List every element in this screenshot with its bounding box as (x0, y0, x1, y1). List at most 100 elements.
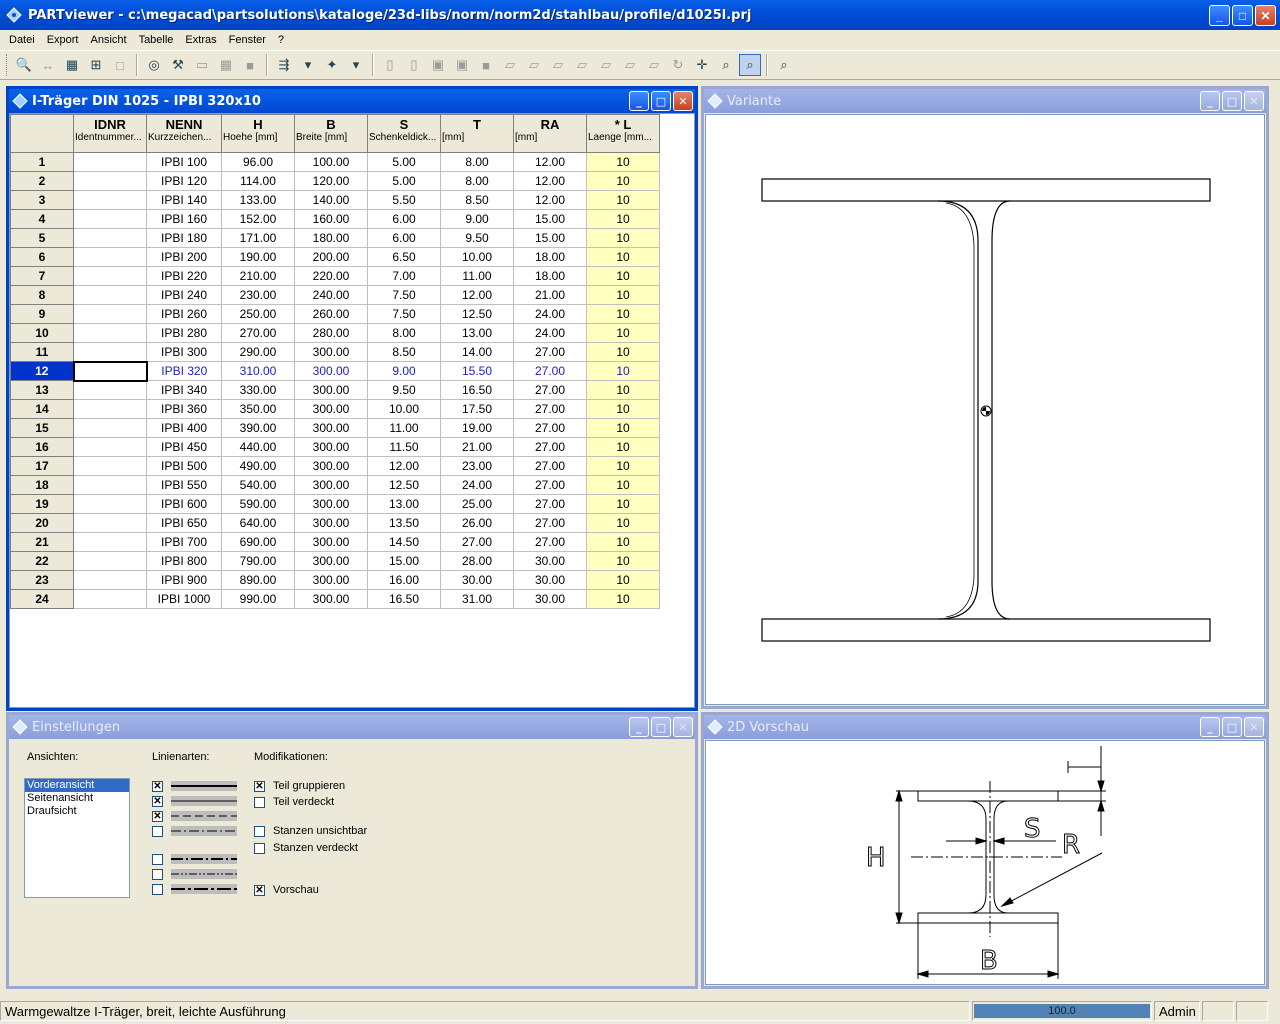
settings-maximize-button[interactable]: □ (651, 717, 671, 737)
table-cell[interactable]: 30.00 (513, 570, 587, 590)
table-cell[interactable]: 27.00 (513, 418, 587, 438)
row-number[interactable]: 3 (10, 190, 74, 210)
table-cell[interactable] (73, 152, 147, 172)
table-cell[interactable]: 10.00 (440, 247, 514, 267)
iso-view-5-icon[interactable]: ▱ (595, 54, 617, 76)
table-cell[interactable]: 300.00 (294, 475, 368, 495)
table-cell[interactable]: 300.00 (294, 494, 368, 514)
table-cell[interactable]: IPBI 700 (146, 532, 222, 552)
row-number[interactable]: 15 (10, 418, 74, 438)
table-cell[interactable]: IPBI 400 (146, 418, 222, 438)
teil-gruppieren-checkbox[interactable]: ✕ (254, 781, 265, 792)
row-number[interactable]: 20 (10, 513, 74, 533)
column-header[interactable]: RA [mm] (513, 114, 587, 153)
refresh-green-icon[interactable]: ◎ (143, 54, 165, 76)
iso-view-7-icon[interactable]: ▱ (643, 54, 665, 76)
table-row[interactable]: 20 IPBI 650 640.00 300.00 13.50 26.00 27.00 10 (10, 513, 660, 533)
table-cell[interactable]: 9.50 (367, 380, 441, 400)
table-cell[interactable]: 440.00 (221, 437, 295, 457)
table-cell[interactable]: 100.00 (294, 152, 368, 172)
iso-view-3-icon[interactable]: ▱ (547, 54, 569, 76)
table-cell[interactable]: 300.00 (294, 361, 368, 381)
table-cell[interactable]: 12.00 (367, 456, 441, 476)
row-number[interactable]: 13 (10, 380, 74, 400)
table-cell[interactable]: 640.00 (221, 513, 295, 533)
table-cell[interactable]: 300.00 (294, 418, 368, 438)
table-cell[interactable] (73, 513, 147, 533)
table-cell[interactable]: IPBI 120 (146, 171, 222, 191)
view-item-side[interactable]: Seitenansicht (25, 792, 129, 805)
table-cell[interactable]: 200.00 (294, 247, 368, 267)
linetype-checkbox-2[interactable]: ✕ (152, 796, 163, 807)
table-cell[interactable] (73, 228, 147, 248)
table-cell[interactable]: 24.00 (513, 304, 587, 324)
row-number[interactable]: 22 (10, 551, 74, 571)
table-cell[interactable]: IPBI 160 (146, 209, 222, 229)
export-cad-icon[interactable]: ⇶ (273, 54, 295, 76)
table-cell[interactable]: IPBI 550 (146, 475, 222, 495)
table-cell[interactable]: 16.50 (367, 589, 441, 609)
table-cell[interactable]: 10 (586, 247, 660, 267)
table-cell[interactable]: 590.00 (221, 494, 295, 514)
table-row[interactable]: 16 IPBI 450 440.00 300.00 11.50 21.00 27.00 10 (10, 437, 660, 457)
table-cell[interactable]: IPBI 260 (146, 304, 222, 324)
table-cell[interactable]: 10 (586, 456, 660, 476)
table-cell[interactable]: 10 (586, 532, 660, 552)
linetype-checkbox-4[interactable] (152, 826, 163, 837)
table-cell[interactable] (73, 380, 147, 400)
table-cell[interactable]: IPBI 900 (146, 570, 222, 590)
table-cell[interactable]: 152.00 (221, 209, 295, 229)
table-cell[interactable]: 280.00 (294, 323, 368, 343)
table-cell[interactable]: IPBI 180 (146, 228, 222, 248)
preview-minimize-button[interactable]: _ (1200, 717, 1220, 737)
table-cell[interactable]: 490.00 (221, 456, 295, 476)
row-number[interactable]: 14 (10, 399, 74, 419)
table-row[interactable]: 23 IPBI 900 890.00 300.00 16.00 30.00 30.00 10 (10, 570, 660, 590)
table-row[interactable]: 10 IPBI 280 270.00 280.00 8.00 13.00 24.00 10 (10, 323, 660, 343)
box-icon[interactable]: ▣ (427, 54, 449, 76)
table-cell[interactable]: 24.00 (513, 323, 587, 343)
table-cell[interactable]: 300.00 (294, 570, 368, 590)
zoom-icon[interactable]: ⌕ (773, 54, 795, 76)
table-cell[interactable]: 31.00 (440, 589, 514, 609)
variant-minimize-button[interactable]: _ (1200, 91, 1220, 111)
row-number[interactable]: 7 (10, 266, 74, 286)
table-cell[interactable]: 27.00 (513, 342, 587, 362)
table-cell[interactable]: 27.00 (513, 475, 587, 495)
column-header[interactable]: T [mm] (440, 114, 514, 153)
table-cell[interactable]: 540.00 (221, 475, 295, 495)
row-number[interactable]: 24 (10, 589, 74, 609)
linetype-checkbox-7[interactable] (152, 884, 163, 895)
table-row[interactable]: 15 IPBI 400 390.00 300.00 11.00 19.00 27.00 10 (10, 418, 660, 438)
row-number[interactable]: 16 (10, 437, 74, 457)
table-cell[interactable]: 10 (586, 152, 660, 172)
table-cell[interactable]: 140.00 (294, 190, 368, 210)
table-row[interactable]: 3 IPBI 140 133.00 140.00 5.50 8.50 12.00 10 (10, 190, 660, 210)
disk-icon[interactable]: ▭ (191, 54, 213, 76)
table-cell[interactable]: 890.00 (221, 570, 295, 590)
table-cell[interactable]: 9.00 (367, 361, 441, 381)
table-cell[interactable]: 10 (586, 171, 660, 191)
column-header[interactable]: * L Laenge [mm... (586, 114, 660, 153)
table-cell[interactable]: IPBI 340 (146, 380, 222, 400)
table-cell[interactable]: 15.00 (513, 228, 587, 248)
table-cell[interactable]: 18.00 (513, 247, 587, 267)
table-cell[interactable]: 10 (586, 209, 660, 229)
table-cell[interactable]: 7.50 (367, 285, 441, 305)
table-cell[interactable]: 13.50 (367, 513, 441, 533)
table-row[interactable]: 6 IPBI 200 190.00 200.00 6.50 10.00 18.00 10 (10, 247, 660, 267)
table-cell[interactable]: 6.50 (367, 247, 441, 267)
table-cell[interactable]: 12.00 (513, 190, 587, 210)
table-cell[interactable]: 11.00 (367, 418, 441, 438)
menu-fenster[interactable]: Fenster (223, 34, 272, 46)
table-cell[interactable]: 990.00 (221, 589, 295, 609)
table-cell[interactable]: 690.00 (221, 532, 295, 552)
column-header[interactable]: B Breite [mm] (294, 114, 368, 153)
table-cell[interactable]: 12.00 (513, 171, 587, 191)
variant-maximize-button[interactable]: □ (1222, 91, 1242, 111)
maximize-button[interactable]: □ (1232, 5, 1253, 26)
table-cell[interactable]: IPBI 100 (146, 152, 222, 172)
table-cell[interactable]: 21.00 (440, 437, 514, 457)
table-cell[interactable]: 19.00 (440, 418, 514, 438)
table-cell[interactable] (73, 342, 147, 362)
